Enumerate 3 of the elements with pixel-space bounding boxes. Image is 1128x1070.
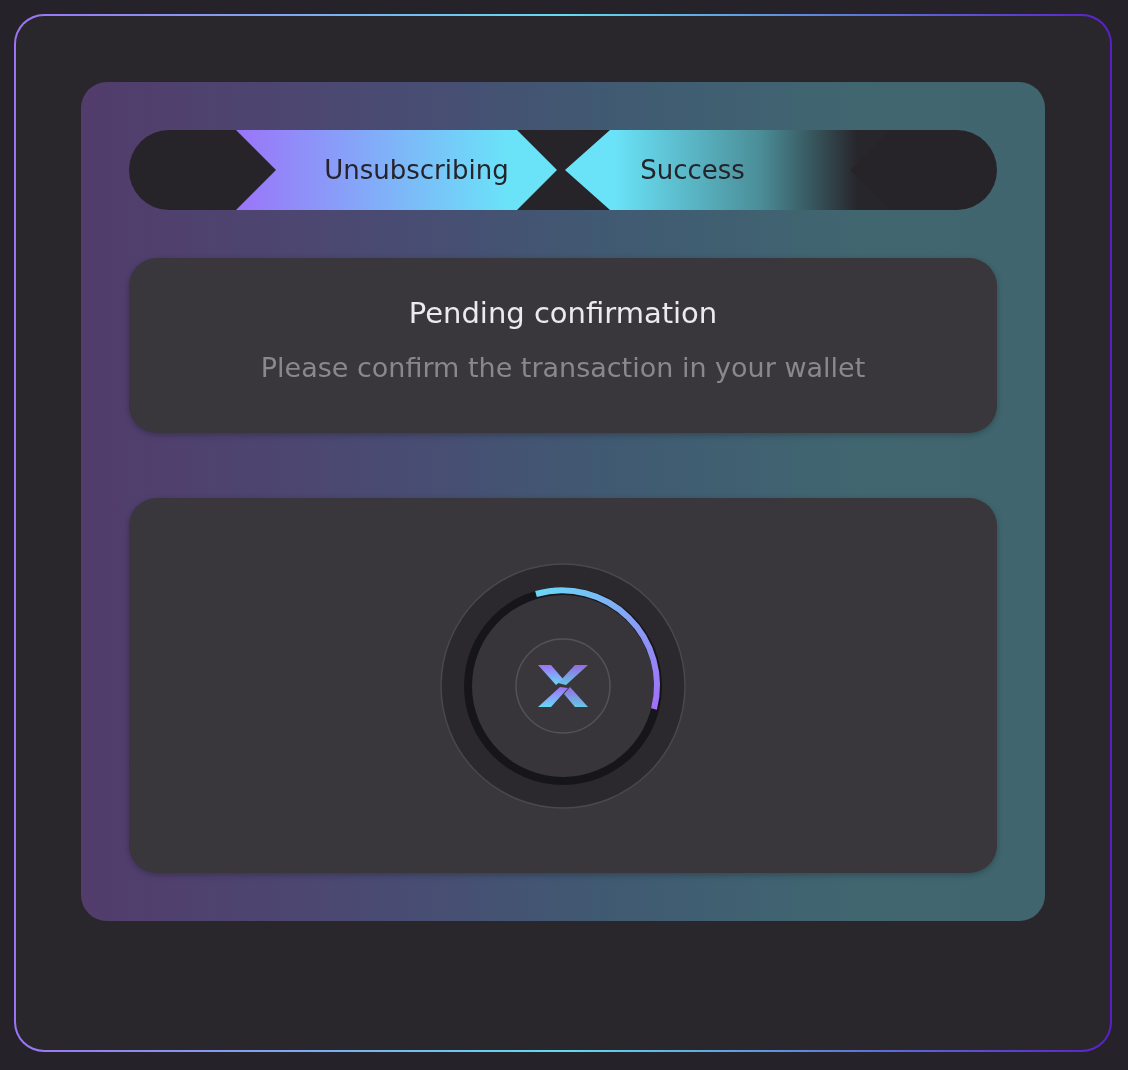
status-message: Please confirm the transaction in your wallet: [260, 352, 866, 383]
step: Unsubscribing: [236, 130, 557, 210]
status-title: Pending confirmation: [408, 296, 718, 330]
